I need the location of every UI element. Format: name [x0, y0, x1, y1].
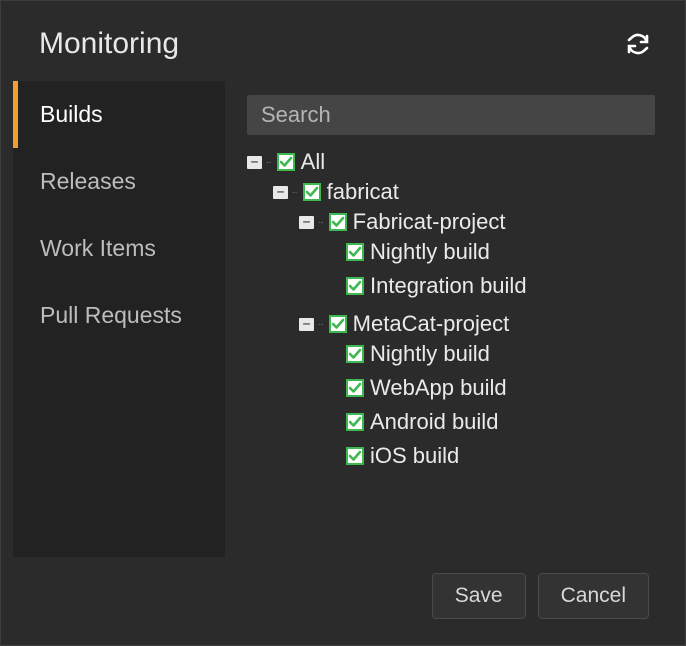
- sidebar-item-work-items[interactable]: Work Items: [13, 215, 225, 282]
- sidebar-item-releases[interactable]: Releases: [13, 148, 225, 215]
- sidebar-item-pull-requests[interactable]: Pull Requests: [13, 282, 225, 349]
- tree-node[interactable]: WebApp build: [325, 375, 655, 401]
- collapse-icon[interactable]: −: [299, 216, 314, 229]
- main-panel: −··All−··fabricat−··Fabricat-projectNigh…: [225, 81, 673, 557]
- tree-node-label: iOS build: [370, 443, 459, 469]
- dialog-footer: Save Cancel: [13, 557, 673, 633]
- collapse-icon[interactable]: −: [273, 186, 288, 199]
- collapse-icon[interactable]: −: [247, 156, 262, 169]
- sidebar-item-label: Releases: [40, 168, 136, 194]
- collapse-icon[interactable]: −: [299, 318, 314, 331]
- tree-node[interactable]: −·· fabricat: [273, 179, 655, 205]
- tree-node[interactable]: Integration build: [325, 273, 655, 299]
- checkbox[interactable]: [346, 413, 364, 431]
- tree-node-label: All: [301, 149, 325, 175]
- tree-node-label: fabricat: [327, 179, 399, 205]
- checkbox[interactable]: [277, 153, 295, 171]
- cancel-button[interactable]: Cancel: [538, 573, 649, 619]
- tree-node[interactable]: −·· MetaCat-project: [299, 311, 655, 337]
- tree-connector: ··: [318, 319, 323, 330]
- tree-connector: ··: [266, 157, 271, 168]
- tree-node[interactable]: Android build: [325, 409, 655, 435]
- checkbox[interactable]: [346, 345, 364, 363]
- checkbox[interactable]: [303, 183, 321, 201]
- tree-node[interactable]: Nightly build: [325, 341, 655, 367]
- tree-node[interactable]: iOS build: [325, 443, 655, 469]
- tree-connector: ··: [292, 187, 297, 198]
- tree-node-label: Nightly build: [370, 239, 490, 265]
- sidebar-item-label: Work Items: [40, 235, 156, 261]
- tree-node-label: Integration build: [370, 273, 527, 299]
- tree-node[interactable]: −·· All: [247, 149, 655, 175]
- dialog-body: Builds Releases Work Items Pull Requests…: [13, 81, 673, 557]
- refresh-button[interactable]: [623, 29, 653, 59]
- checkbox[interactable]: [329, 213, 347, 231]
- checkbox[interactable]: [346, 379, 364, 397]
- monitoring-dialog: Monitoring Builds Releases Work Items Pu…: [0, 0, 686, 646]
- tree-node[interactable]: Nightly build: [325, 239, 655, 265]
- dialog-title: Monitoring: [39, 27, 179, 61]
- tree-node-label: Android build: [370, 409, 498, 435]
- sidebar: Builds Releases Work Items Pull Requests: [13, 81, 225, 557]
- tree-node-label: MetaCat-project: [353, 311, 510, 337]
- checkbox[interactable]: [346, 447, 364, 465]
- sidebar-item-builds[interactable]: Builds: [13, 81, 225, 148]
- build-tree: −··All−··fabricat−··Fabricat-projectNigh…: [247, 145, 655, 485]
- dialog-header: Monitoring: [13, 13, 673, 81]
- tree-connector: ··: [318, 217, 323, 228]
- sidebar-item-label: Builds: [40, 101, 103, 127]
- sidebar-item-label: Pull Requests: [40, 302, 182, 328]
- tree-node-label: Fabricat-project: [353, 209, 506, 235]
- tree-node[interactable]: −·· Fabricat-project: [299, 209, 655, 235]
- checkbox[interactable]: [346, 277, 364, 295]
- tree-node-label: WebApp build: [370, 375, 507, 401]
- checkbox[interactable]: [346, 243, 364, 261]
- refresh-icon: [626, 32, 650, 56]
- search-input[interactable]: [247, 95, 655, 135]
- save-button[interactable]: Save: [432, 573, 526, 619]
- tree-node-label: Nightly build: [370, 341, 490, 367]
- checkbox[interactable]: [329, 315, 347, 333]
